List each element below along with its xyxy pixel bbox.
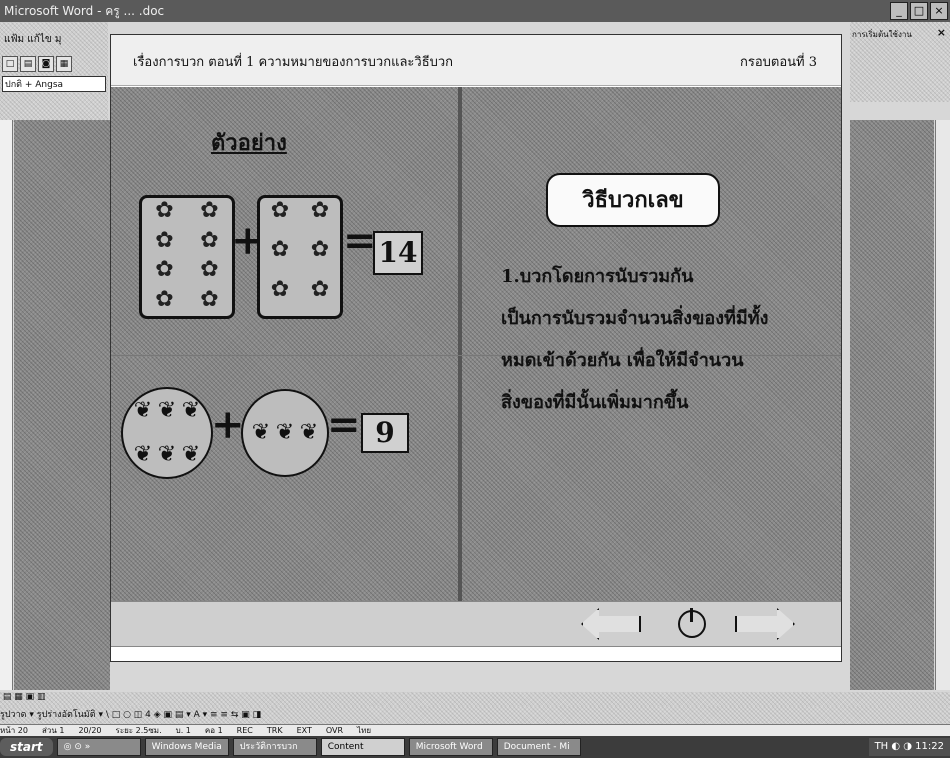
lesson-body [111, 87, 841, 601]
window-controls: _ □ × [890, 2, 948, 20]
taskbar-button[interactable]: Document - Mi [496, 738, 581, 756]
task-pane-close-icon[interactable]: × [937, 26, 946, 39]
butterfly-icon: ❦ [157, 398, 177, 423]
result-box: 9 [361, 413, 409, 453]
butterfly-icon: ❦ [181, 442, 201, 467]
system-tray: TH ◐ ◑ 11:22 [868, 738, 950, 756]
taskbar-button[interactable]: ประวัติการบวก [232, 738, 317, 756]
flower-card-right: ✿ ✿ ✿ ✿ ✿ ✿ [257, 195, 343, 319]
example-heading: ตัวอย่าง [211, 130, 287, 156]
status-item: OVR [325, 726, 344, 735]
method-line: 1.บวกโดยการนับรวมกัน [501, 266, 694, 287]
start-button[interactable]: start [0, 738, 53, 756]
document-margin-left [14, 120, 110, 690]
status-item: หน้า 20 [0, 726, 28, 735]
butterfly-icon: ❦ [251, 420, 271, 445]
save-icon[interactable]: ◙ [38, 56, 54, 72]
method-line: เป็นการนับรวมจำนวนสิ่งของที่มีทั้ง [501, 308, 769, 329]
minimize-button[interactable]: _ [890, 2, 908, 20]
status-item: ระยะ 2.5ซม. [115, 726, 162, 735]
left-arrow-icon [581, 608, 641, 640]
word-toolbar-area: แฟ้ม แก้ไข มุ □ ▤ ◙ ▦ ปกติ + Angsa [0, 22, 108, 122]
butterfly-icon: ❦ [133, 442, 153, 467]
butterfly-icon: ❦ [133, 398, 153, 423]
drawing-toolbar: รูปวาด ▾ รูปร่างอัตโนมัติ ▾ \ □ ○ ◫ 4 ◈ … [0, 706, 950, 724]
taskbar-button[interactable]: Microsoft Word [408, 738, 493, 756]
open-icon[interactable]: ▤ [20, 56, 36, 72]
butterfly-icon: ❦ [275, 420, 295, 445]
new-doc-icon[interactable]: □ [2, 56, 18, 72]
equals-sign: = [327, 401, 361, 448]
status-item: บ. 1 [175, 726, 191, 735]
lesson-nav-bar [111, 601, 841, 647]
flower-icon: ✿ [200, 198, 219, 223]
taskbar-button[interactable]: Windows Media [144, 738, 229, 756]
lesson-title: เรื่องการบวก ตอนที่ 1 ความหมายของการบวกแ… [133, 55, 454, 70]
menu-bar[interactable]: แฟ้ม แก้ไข มุ [4, 32, 61, 47]
right-arrow-icon [735, 608, 795, 640]
back-button[interactable] [581, 608, 641, 640]
flower-icon: ✿ [270, 276, 290, 302]
exit-button[interactable] [676, 608, 708, 640]
butterfly-circle-left: ❦ ❦ ❦ ❦ ❦ ❦ [121, 387, 213, 479]
close-button[interactable]: × [930, 2, 948, 20]
flower-icon: ✿ [310, 198, 330, 223]
butterfly-icon: ❦ [299, 420, 319, 445]
flower-card-left: ✿ ✿ ✿ ✿ ✿ ✿ ✿ ✿ [139, 195, 235, 319]
status-item: TRK [266, 726, 283, 735]
style-font-box[interactable]: ปกติ + Angsa [2, 76, 106, 92]
document-margin-right [850, 120, 934, 690]
task-pane-title: การเริ่มต้นใช้งาน [852, 30, 912, 39]
flower-icon: ✿ [200, 227, 219, 253]
taskbar-button[interactable]: ◎ ⊙ » [56, 738, 141, 756]
flower-icon: ✿ [310, 237, 330, 263]
taskbar-tasks: ◎ ⊙ » Windows Media ประวัติการบวก Content Mi… [56, 738, 581, 756]
vertical-ruler [0, 120, 13, 690]
status-item: REC [236, 726, 253, 735]
maximize-button[interactable]: □ [910, 2, 928, 20]
drawing-toolbar-tools[interactable]: รูปวาด ▾ รูปร่างอัตโนมัติ ▾ \ □ ○ ◫ 4 ◈ … [0, 710, 261, 720]
flower-icon: ✿ [270, 198, 290, 223]
vertical-scrollbar[interactable] [935, 120, 950, 690]
column-divider [458, 87, 462, 601]
taskbar: start ◎ ⊙ » Windows Media ประวัติการบวก Con… [0, 736, 950, 758]
window-title: Microsoft Word - ครู ... .doc [4, 4, 165, 18]
frame-number: กรอบตอนที่ 3 [739, 55, 817, 70]
method-line: หมดเข้าด้วยกัน เพื่อให้มีจำนวน [501, 350, 744, 371]
flower-icon: ✿ [310, 276, 330, 302]
status-item: EXT [296, 726, 312, 735]
flower-icon: ✿ [155, 227, 174, 253]
lesson-header: เรื่องการบวก ตอนที่ 1 ความหมายของการบวกแ… [111, 35, 841, 86]
next-button[interactable] [735, 608, 795, 640]
print-icon[interactable]: ▦ [56, 56, 72, 72]
lesson-frame: เรื่องการบวก ตอนที่ 1 ความหมายของการบวกแ… [110, 34, 842, 662]
plus-sign: + [211, 401, 245, 448]
butterfly-circle-right: ❦ ❦ ❦ [241, 389, 329, 477]
flower-icon: ✿ [155, 198, 174, 223]
flower-icon: ✿ [200, 286, 219, 312]
equals-sign: = [343, 217, 377, 264]
flower-icon: ✿ [200, 257, 219, 282]
result-box: 14 [373, 231, 423, 275]
task-pane-header: การเริ่มต้นใช้งาน × [850, 22, 950, 102]
power-icon [678, 608, 706, 638]
flower-icon: ✿ [155, 286, 174, 312]
status-item: ไทย [357, 726, 372, 735]
window-title-bar: Microsoft Word - ครู ... .doc _ □ × [0, 0, 950, 22]
method-title: วิธีบวกเลข [546, 173, 720, 227]
flower-icon: ✿ [155, 257, 174, 282]
butterfly-icon: ❦ [181, 398, 201, 423]
status-item: ส่วน 1 [41, 726, 65, 735]
view-buttons-bar: ▤ ▦ ▣ ▥ [0, 692, 950, 706]
flower-icon: ✿ [270, 237, 290, 263]
method-line: สิ่งของที่มีนั้นเพิ่มมากขึ้น [501, 392, 689, 413]
status-item: คอ 1 [204, 726, 223, 735]
status-item: 20/20 [78, 726, 102, 735]
standard-toolbar: □ ▤ ◙ ▦ [2, 56, 102, 72]
butterfly-icon: ❦ [157, 442, 177, 467]
taskbar-button[interactable]: Content [320, 738, 405, 756]
